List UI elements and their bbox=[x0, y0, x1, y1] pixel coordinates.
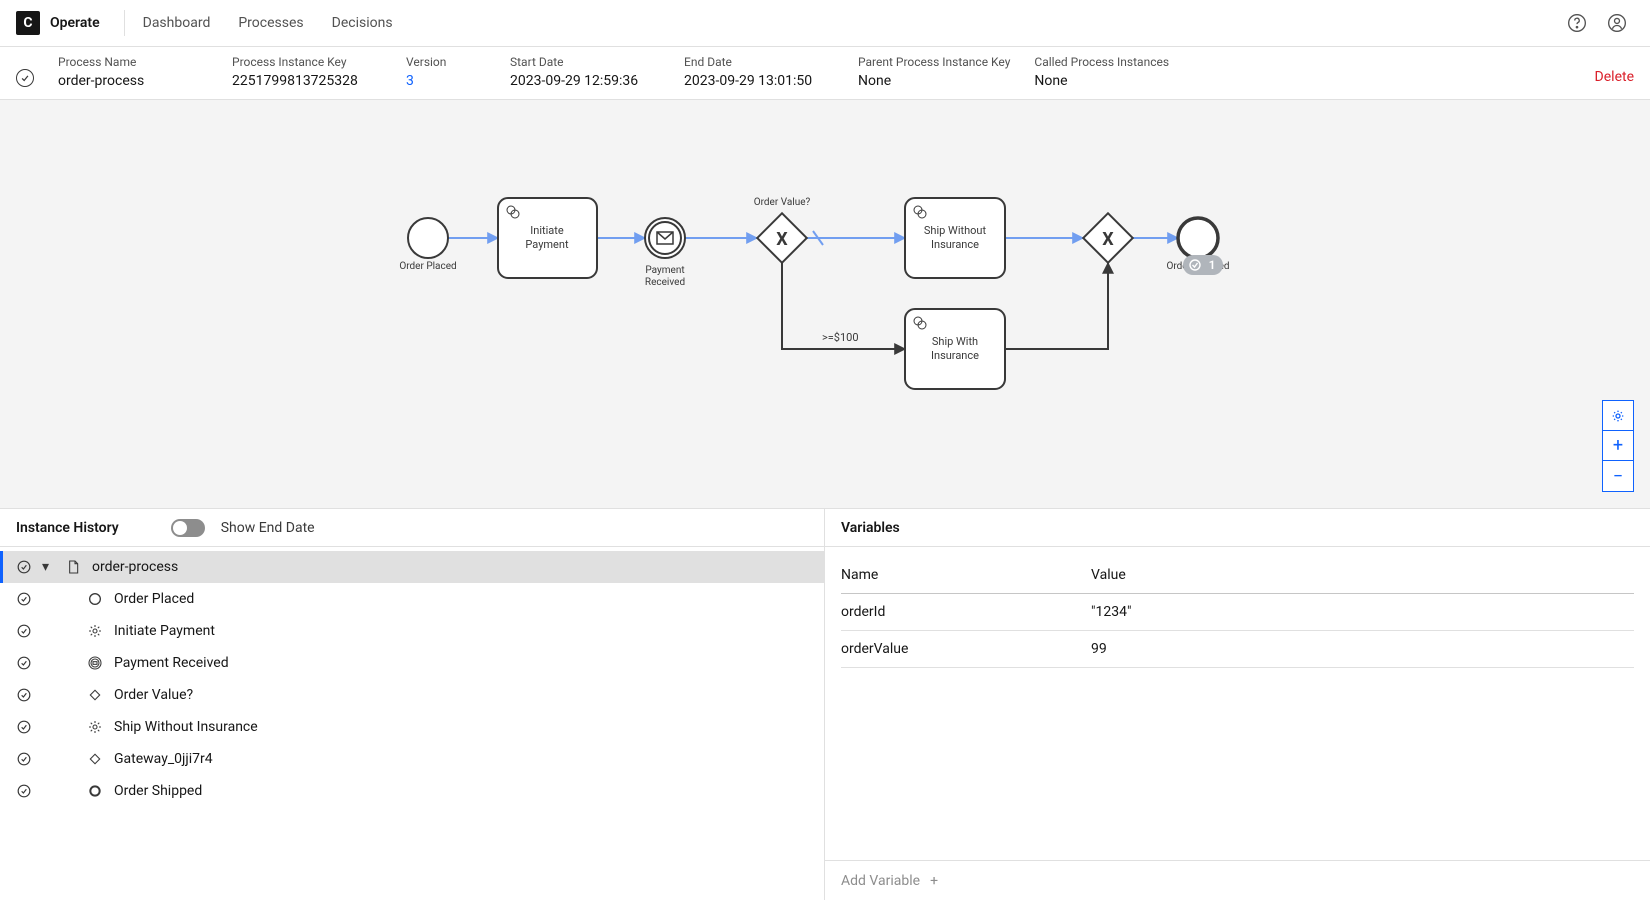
nav-processes[interactable]: Processes bbox=[238, 15, 303, 31]
instance-status bbox=[16, 55, 34, 87]
process-name-label: Process Name bbox=[58, 55, 208, 69]
instance-history-title: Instance History bbox=[16, 520, 119, 536]
svg-text:X: X bbox=[776, 229, 788, 250]
history-item-label: Order Shipped bbox=[114, 783, 202, 799]
history-item-label: Initiate Payment bbox=[114, 623, 215, 639]
document-icon bbox=[64, 558, 82, 576]
variable-row[interactable]: orderId "1234" bbox=[841, 594, 1634, 631]
history-item[interactable]: Order Shipped bbox=[0, 775, 824, 807]
show-end-date-label: Show End Date bbox=[221, 520, 315, 536]
called-label: Called Process Instances bbox=[1034, 55, 1184, 69]
svg-text:Initiate: Initiate bbox=[530, 224, 564, 237]
history-item[interactable]: Payment Received bbox=[0, 647, 824, 679]
version-value[interactable]: 3 bbox=[406, 73, 486, 89]
end-event[interactable] bbox=[1178, 218, 1218, 258]
variables-col-name: Name bbox=[841, 557, 1091, 594]
history-item-label: Payment Received bbox=[114, 655, 229, 671]
add-variable-button[interactable]: Add Variable + bbox=[825, 860, 1650, 900]
gateway-condition-label: >=$100 bbox=[822, 331, 859, 344]
diagram-canvas[interactable]: >=$100 Order Placed Initiate Payment Pay… bbox=[0, 100, 1650, 508]
instance-key-label: Process Instance Key bbox=[232, 55, 382, 69]
gear-icon bbox=[86, 718, 104, 736]
start-date-label: Start Date bbox=[510, 55, 660, 69]
history-item[interactable]: Gateway_0jji7r4 bbox=[0, 743, 824, 775]
delete-button[interactable]: Delete bbox=[1595, 69, 1634, 85]
history-item[interactable]: Ship Without Insurance bbox=[0, 711, 824, 743]
history-item[interactable]: Order Value? bbox=[0, 679, 824, 711]
svg-text:Ship With: Ship With bbox=[932, 335, 978, 348]
history-item-process[interactable]: ▾ order-process bbox=[0, 551, 824, 583]
gateway-order-value[interactable]: X bbox=[757, 213, 806, 262]
history-item[interactable]: Order Placed bbox=[0, 583, 824, 615]
instance-key-value: 2251799813725328 bbox=[232, 73, 382, 89]
zoom-out-button[interactable]: − bbox=[1603, 461, 1633, 491]
help-icon[interactable] bbox=[1560, 6, 1594, 40]
nav-decisions[interactable]: Decisions bbox=[332, 15, 393, 31]
plus-icon: + bbox=[930, 873, 938, 889]
history-item-label: Gateway_0jji7r4 bbox=[114, 751, 213, 767]
app-logo-icon: C bbox=[16, 11, 40, 35]
user-icon[interactable] bbox=[1600, 6, 1634, 40]
history-item-label: order-process bbox=[92, 559, 178, 575]
instance-details-bar: Process Name order-process Process Insta… bbox=[0, 47, 1650, 100]
zoom-reset-button[interactable] bbox=[1603, 401, 1633, 431]
start-event[interactable] bbox=[408, 218, 448, 258]
variables-title: Variables bbox=[841, 520, 900, 536]
svg-text:Payment: Payment bbox=[525, 238, 569, 251]
gateway-order-value-label: Order Value? bbox=[754, 197, 811, 208]
end-date-label: End Date bbox=[684, 55, 834, 69]
bottom-panels: Instance History Show End Date ▾ order-p… bbox=[0, 508, 1650, 900]
completed-badge: 1 bbox=[1183, 255, 1223, 275]
gear-icon bbox=[86, 622, 104, 640]
divider bbox=[124, 10, 125, 36]
nav-dashboard[interactable]: Dashboard bbox=[143, 15, 211, 31]
main-nav: Dashboard Processes Decisions bbox=[143, 15, 393, 31]
end-event-icon bbox=[86, 782, 104, 800]
start-event-icon bbox=[86, 590, 104, 608]
end-date-value: 2023-09-29 13:01:50 bbox=[684, 73, 834, 89]
gateway-icon bbox=[86, 750, 104, 768]
app-name: Operate bbox=[50, 15, 100, 31]
zoom-controls: + − bbox=[1602, 400, 1634, 492]
parent-value: None bbox=[858, 73, 1010, 89]
variables-table: Name Value orderId "1234" orderValue 99 bbox=[841, 557, 1634, 668]
message-event-payment[interactable] bbox=[645, 218, 685, 258]
history-item-label: Order Placed bbox=[114, 591, 194, 607]
called-value: None bbox=[1034, 73, 1184, 89]
instance-history-panel: Instance History Show End Date ▾ order-p… bbox=[0, 509, 825, 900]
svg-text:Received: Received bbox=[645, 277, 685, 288]
start-date-value: 2023-09-29 12:59:36 bbox=[510, 73, 660, 89]
variables-panel: Variables Name Value orderId "1234" orde… bbox=[825, 509, 1650, 900]
start-event-label: Order Placed bbox=[399, 261, 456, 272]
process-name-value: order-process bbox=[58, 73, 208, 89]
message-event-icon bbox=[86, 654, 104, 672]
svg-text:Insurance: Insurance bbox=[931, 238, 979, 251]
variables-col-value: Value bbox=[1091, 557, 1634, 594]
version-label: Version bbox=[406, 55, 486, 69]
history-item-label: Order Value? bbox=[114, 687, 193, 703]
zoom-in-button[interactable]: + bbox=[1603, 431, 1633, 461]
parent-label: Parent Process Instance Key bbox=[858, 55, 1010, 69]
svg-text:X: X bbox=[1102, 229, 1114, 250]
svg-text:1: 1 bbox=[1209, 258, 1216, 272]
status-completed-icon bbox=[16, 69, 34, 87]
svg-text:Ship Without: Ship Without bbox=[924, 224, 987, 237]
gateway-merge[interactable]: X bbox=[1083, 213, 1132, 262]
svg-text:Payment: Payment bbox=[645, 265, 684, 276]
variable-row[interactable]: orderValue 99 bbox=[841, 631, 1634, 668]
svg-text:Insurance: Insurance bbox=[931, 349, 979, 362]
history-item-label: Ship Without Insurance bbox=[114, 719, 258, 735]
history-item[interactable]: Initiate Payment bbox=[0, 615, 824, 647]
caret-down-icon: ▾ bbox=[42, 559, 54, 575]
gateway-icon bbox=[86, 686, 104, 704]
top-header: C Operate Dashboard Processes Decisions bbox=[0, 0, 1650, 47]
show-end-date-toggle[interactable] bbox=[171, 519, 205, 537]
